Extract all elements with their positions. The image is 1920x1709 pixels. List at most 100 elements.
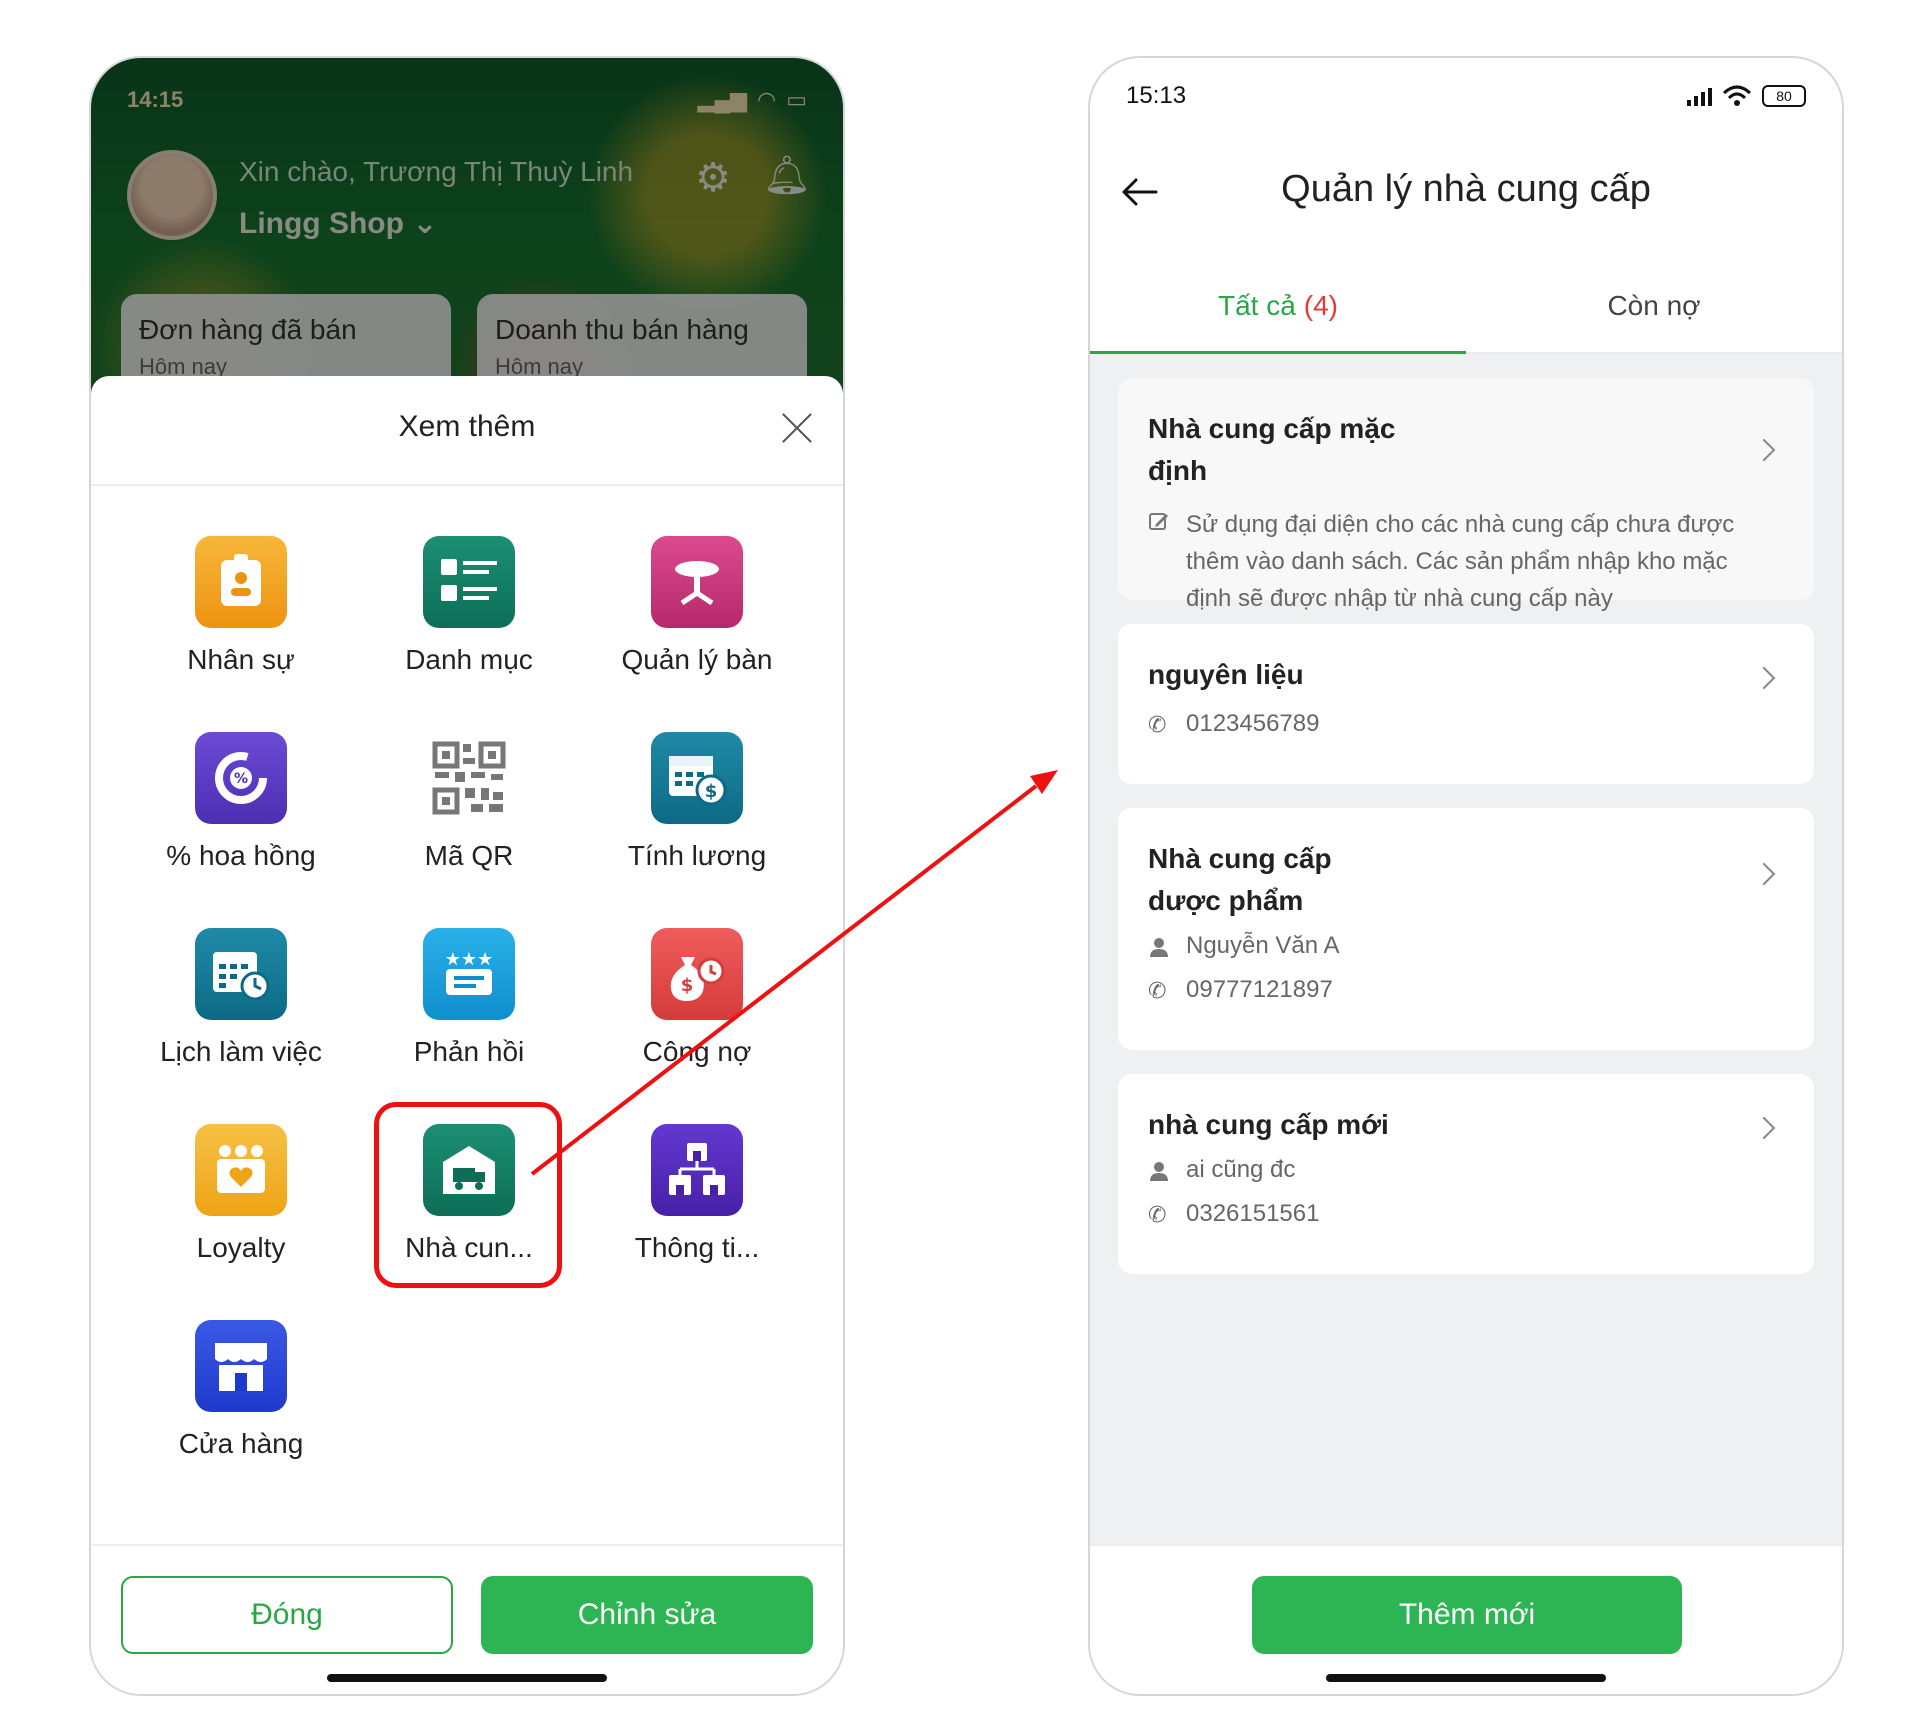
feedback-stars-icon: ★★★ [423,928,515,1020]
page-footer: Thêm mới [1090,1544,1842,1694]
menu-item-hoa-hong[interactable]: % % hoa hồng [131,732,351,892]
svg-text:$: $ [681,975,694,996]
supplier-name: nguyên liệu [1148,659,1304,690]
menu-item-nhan-su[interactable]: Nhân sự [131,536,351,696]
status-bar: 15:13 80 [1126,76,1806,116]
phone-icon: ✆ [1148,978,1167,1003]
menu-item-label: Phản hồi [413,1036,525,1067]
percent-chart-icon: % [195,732,287,824]
supplier-contact: Nguyễn Văn A [1186,932,1340,959]
person-icon [1150,938,1168,957]
tab-in-debt[interactable]: Còn nợ [1466,258,1842,352]
id-badge-icon [195,536,287,628]
menu-item-danh-muc[interactable]: Danh mục [359,536,579,696]
sheet-footer: Đóng Chỉnh sửa [91,1544,843,1694]
table-icon [651,536,743,628]
menu-item-label: Nhân sự [187,644,295,675]
chevron-right-icon [1752,1116,1776,1140]
loyalty-heart-icon [195,1124,287,1216]
sheet-title: Xem thêm [398,410,536,443]
list-icon [423,536,515,628]
storefront-icon [195,1320,287,1412]
menu-item-label: Mã QR [424,840,514,871]
svg-text:★★★: ★★★ [445,949,493,970]
sheet-header: Xem thêm [91,376,843,486]
stores-network-icon [651,1124,743,1216]
menu-item-label: Thông ti... [634,1232,760,1263]
tab-all[interactable]: Tất cả (4) [1090,258,1466,354]
menu-item-loyalty[interactable]: Loyalty [131,1124,351,1284]
status-icons: 80 [1687,85,1806,107]
tab-bar: Tất cả (4) Còn nợ [1090,258,1842,354]
battery-icon: 80 [1762,85,1806,107]
more-sheet: Xem thêm Nhân sự Danh mục Quản lý bàn % … [91,376,843,1694]
supplier-card[interactable]: nguyên liệu ✆ 0123456789 [1118,624,1814,784]
menu-item-ma-qr[interactable]: Mã QR [359,732,579,892]
menu-item-label: Danh mục [405,644,533,675]
phone-icon: ✆ [1148,712,1167,737]
menu-item-cong-no[interactable]: $ Công nợ [587,928,807,1088]
menu-item-phan-hoi[interactable]: ★★★ Phản hồi [359,928,579,1088]
supplier-card[interactable]: nhà cung cấp mới ai cũng đc ✆ 0326151561 [1118,1074,1814,1274]
menu-item-label: Lịch làm việc [160,1036,322,1067]
close-button[interactable]: Đóng [121,1576,453,1654]
add-supplier-button[interactable]: Thêm mới [1252,1576,1682,1654]
edit-button[interactable]: Chỉnh sửa [481,1576,813,1654]
supplier-phone: 09777121897 [1186,976,1333,1003]
supplier-card[interactable]: Nhà cung cấp dược phẩm Nguyễn Văn A ✆ 09… [1118,808,1814,1050]
app-header: Quản lý nhà cung cấp [1090,138,1842,248]
phone-icon: ✆ [1148,1202,1167,1227]
money-bag-icon: $ [651,928,743,1020]
supplier-contact-row: ai cũng đc [1148,1156,1784,1184]
wifi-icon [1722,85,1752,106]
home-indicator [327,1674,607,1682]
tab-count: (4) [1303,290,1339,321]
modal-overlay[interactable] [91,58,843,418]
supplier-name: nhà cung cấp mới [1148,1109,1389,1140]
home-banner: 14:15 ▂▄▆ ◠ ▭ Xin chào, Trương Thị Thuỳ … [91,58,843,418]
chevron-right-icon [1752,438,1776,462]
chevron-right-icon [1752,666,1776,690]
status-time: 15:13 [1126,82,1187,109]
menu-item-label: Cửa hàng [178,1428,304,1459]
signal-icon [1687,86,1712,106]
supplier-name: Nhà cung cấp dược phẩm [1148,843,1332,916]
battery-level: 80 [1776,88,1792,104]
salary-calendar-icon: $ [651,732,743,824]
menu-item-label: Loyalty [196,1232,286,1263]
supplier-phone: 0326151561 [1186,1200,1320,1227]
supplier-contact-row: Nguyễn Văn A [1148,932,1784,960]
menu-item-tinh-luong[interactable]: $ Tính lương [587,732,807,892]
calendar-clock-icon [195,928,287,1020]
phone-left-screen: 14:15 ▂▄▆ ◠ ▭ Xin chào, Trương Thị Thuỳ … [89,56,845,1696]
supplier-card[interactable]: Nhà cung cấp mặc định Sử dụng đại diện c… [1118,378,1814,612]
person-icon [1150,1162,1168,1181]
qr-code-icon [423,732,515,824]
chevron-right-icon [1752,862,1776,886]
menu-item-cua-hang[interactable]: Cửa hàng [131,1320,351,1480]
supplier-name: Nhà cung cấp mặc định [1148,413,1396,486]
supplier-contact: ai cũng đc [1186,1156,1296,1183]
supplier-phone: 0123456789 [1186,710,1320,737]
supplier-list: Nhà cung cấp mặc định Sử dụng đại diện c… [1090,354,1842,1544]
edit-note-icon [1149,513,1168,530]
menu-item-label: Công nợ [642,1036,752,1067]
svg-text:%: % [234,771,248,787]
supplier-phone-row: ✆ 0123456789 [1148,710,1784,738]
tab-label: Tất cả [1217,290,1296,321]
menu-item-quan-ly-ban[interactable]: Quản lý bàn [587,536,807,696]
page-title: Quản lý nhà cung cấp [1281,168,1651,210]
tab-label: Còn nợ [1607,290,1701,321]
supplier-phone-row: ✆ 0326151561 [1148,1200,1784,1228]
highlight-box [374,1102,562,1288]
menu-item-thong-tin[interactable]: Thông ti... [587,1124,807,1284]
menu-item-lich-lam-viec[interactable]: Lịch làm việc [131,928,351,1088]
phone-right-screen: 15:13 80 Quản lý nhà cung cấp Tất cả (4) … [1088,56,1844,1696]
supplier-description-row: Sử dụng đại diện cho các nhà cung cấp ch… [1148,506,1784,617]
menu-item-label: % hoa hồng [166,840,316,871]
supplier-description: Sử dụng đại diện cho các nhà cung cấp ch… [1186,511,1735,612]
home-indicator [1326,1674,1606,1682]
menu-item-label: Tính lương [627,840,767,871]
close-icon[interactable] [777,408,817,448]
svg-text:$: $ [705,781,718,802]
